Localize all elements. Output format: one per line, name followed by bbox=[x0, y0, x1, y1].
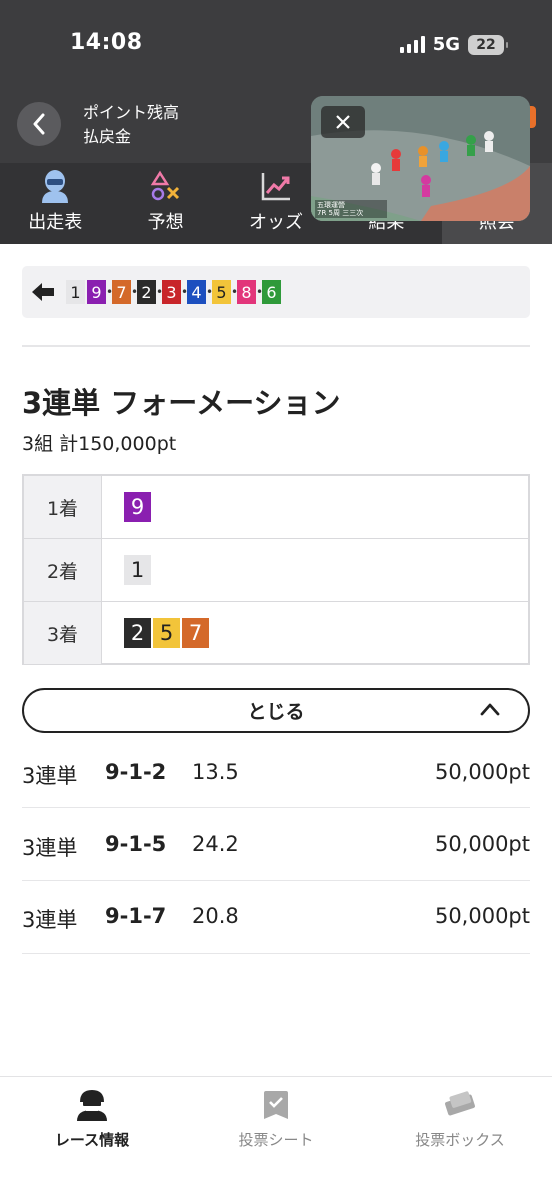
status-indicators: 5G 22 bbox=[399, 34, 508, 55]
balance-info: ポイント残高 払戻金 bbox=[83, 101, 179, 149]
bet-line: 3連単 9-1-2 13.5 50,000pt bbox=[22, 760, 530, 790]
odds-chart-icon bbox=[261, 173, 291, 201]
chevron-left-icon bbox=[33, 113, 45, 135]
race-result-order: 1 9 • 7 • 2 • 3 • 4 • 5 • 8 • 6 bbox=[22, 266, 530, 318]
bet-odds: 20.8 bbox=[192, 904, 239, 928]
position-label: 1着 bbox=[24, 476, 102, 538]
finish-number-badge: 2 bbox=[137, 280, 156, 304]
divider bbox=[22, 880, 530, 881]
nav-label: 投票ボックス bbox=[415, 1131, 505, 1149]
nav-vote-box[interactable]: 投票ボックス bbox=[368, 1077, 552, 1200]
refund-label: 払戻金 bbox=[83, 127, 132, 146]
divider bbox=[22, 953, 530, 954]
signal-icon bbox=[399, 36, 425, 53]
finish-number-badge: 5 bbox=[212, 280, 231, 304]
pick-number-badge: 9 bbox=[124, 492, 151, 522]
tab-entry-list[interactable]: 出走表 bbox=[0, 163, 110, 244]
pick-number-badge: 5 bbox=[153, 618, 180, 648]
prediction-icon bbox=[150, 170, 179, 201]
racer-icon bbox=[42, 170, 69, 203]
battery-icon: 22 bbox=[468, 34, 508, 55]
pick-number-badge: 2 bbox=[124, 618, 151, 648]
bet-summary: 3組 計150,000pt bbox=[22, 433, 177, 455]
bet-line: 3連単 9-1-5 24.2 50,000pt bbox=[22, 832, 530, 862]
bet-line: 3連単 9-1-7 20.8 50,000pt bbox=[22, 904, 530, 934]
close-label: とじる bbox=[247, 701, 305, 723]
vote-box-icon bbox=[445, 1091, 475, 1116]
bet-amount: 50,000pt bbox=[434, 760, 530, 784]
nav-label: レース情報 bbox=[54, 1131, 130, 1149]
bet-combination: 9-1-7 bbox=[105, 904, 167, 928]
formation-row: 1着 9 bbox=[24, 476, 528, 539]
pick-list: 257 bbox=[102, 602, 528, 664]
nav-label: 投票シート bbox=[238, 1131, 314, 1149]
bet-combination: 9-1-5 bbox=[105, 832, 167, 856]
divider bbox=[22, 345, 530, 347]
pick-list: 9 bbox=[102, 476, 528, 538]
position-label: 3着 bbox=[24, 602, 102, 664]
close-details-button[interactable]: とじる bbox=[22, 688, 530, 733]
vote-sheet-icon bbox=[264, 1091, 288, 1119]
tab-label: 出走表 bbox=[28, 212, 83, 233]
bet-title: 3連単 フォーメーション bbox=[22, 386, 341, 420]
tab-label: 予想 bbox=[147, 212, 184, 233]
formation-table: 1着 9 2着 1 3着 2 5 7 bbox=[22, 474, 530, 665]
chevron-up-icon bbox=[480, 703, 500, 716]
video-close-button[interactable] bbox=[321, 106, 365, 138]
bet-type: 3連単 bbox=[22, 836, 78, 860]
network-type: 5G bbox=[432, 34, 460, 55]
tab-prediction[interactable]: 予想 bbox=[110, 163, 220, 244]
bet-type: 3連単 bbox=[22, 764, 78, 788]
race-info-icon bbox=[77, 1090, 107, 1121]
divider bbox=[22, 807, 530, 808]
bottom-nav: レース情報 投票シート 投票ボックス bbox=[0, 1076, 552, 1200]
status-time: 14:08 bbox=[70, 30, 143, 55]
nav-vote-sheet[interactable]: 投票シート bbox=[184, 1077, 368, 1200]
bet-amount: 50,000pt bbox=[434, 904, 530, 928]
race-video-player[interactable]: 五環運營 7R 5周 三三次 bbox=[311, 96, 530, 221]
nav-race-info[interactable]: レース情報 bbox=[0, 1077, 184, 1200]
finish-number-badge: 3 bbox=[162, 280, 181, 304]
position-label: 2着 bbox=[24, 539, 102, 601]
arrow-left-icon[interactable] bbox=[32, 282, 54, 302]
finish-number-badge: 1 bbox=[66, 280, 85, 304]
pick-number-badge: 1 bbox=[124, 555, 151, 585]
bet-amount: 50,000pt bbox=[434, 832, 530, 856]
pick-list: 1 bbox=[102, 539, 528, 601]
finish-number-badge: 9 bbox=[87, 280, 106, 304]
finish-order-list: 1 9 • 7 • 2 • 3 • 4 • 5 • 8 • 6 bbox=[66, 280, 281, 304]
bet-odds: 13.5 bbox=[192, 760, 239, 784]
back-button[interactable] bbox=[17, 102, 61, 146]
finish-number-badge: 6 bbox=[262, 280, 281, 304]
formation-row: 2着 1 bbox=[24, 539, 528, 602]
finish-number-badge: 4 bbox=[187, 280, 206, 304]
balance-label: ポイント残高 bbox=[83, 103, 180, 122]
bet-combination: 9-1-2 bbox=[105, 760, 167, 784]
finish-number-badge: 8 bbox=[237, 280, 256, 304]
close-icon bbox=[336, 115, 350, 129]
pick-number-badge: 7 bbox=[182, 618, 209, 648]
bet-odds: 24.2 bbox=[192, 832, 239, 856]
video-caption: 五環運營 7R 5周 三三次 bbox=[317, 201, 364, 217]
bet-type: 3連単 bbox=[22, 908, 78, 932]
tab-label: オッズ bbox=[249, 212, 304, 233]
finish-number-badge: 7 bbox=[112, 280, 131, 304]
formation-row: 3着 2 5 7 bbox=[24, 602, 528, 664]
